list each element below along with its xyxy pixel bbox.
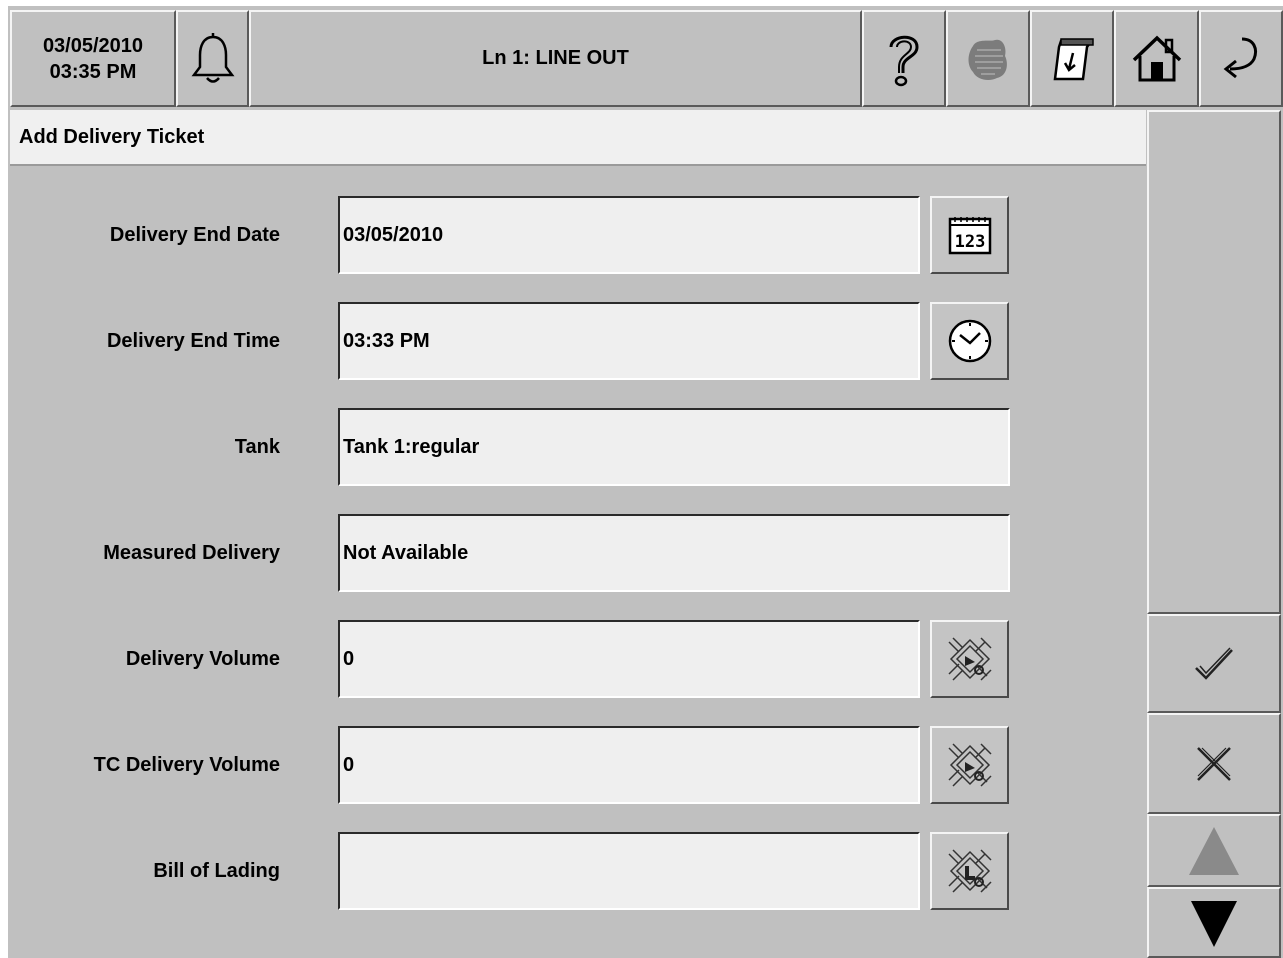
keypad-icon xyxy=(947,637,992,681)
delivery-end-date-label: Delivery End Date xyxy=(109,224,280,246)
help-button[interactable] xyxy=(862,10,946,107)
tc-delivery-volume-field[interactable]: 0 xyxy=(338,726,920,804)
delivery-end-time-label: Delivery End Time xyxy=(106,330,280,352)
alarms-summary-button[interactable] xyxy=(946,10,1030,107)
delivery-volume-label: Delivery Volume xyxy=(125,648,280,670)
cancel-button[interactable] xyxy=(1147,713,1281,814)
bell-icon xyxy=(191,32,234,83)
x-cancel-icon xyxy=(1197,746,1231,781)
page-title: Add Delivery Ticket xyxy=(19,125,205,148)
scroll-up-button[interactable] xyxy=(1147,814,1281,887)
scroll-down-button[interactable] xyxy=(1147,887,1281,958)
bill-of-lading-label: Bill of Lading xyxy=(153,860,280,882)
delivery-end-date-value: 03/05/2010 xyxy=(343,223,444,246)
reports-button[interactable] xyxy=(1030,10,1114,107)
delivery-end-date-field[interactable]: 03/05/2010 xyxy=(338,196,920,274)
line-status-title: Ln 1: LINE OUT xyxy=(249,10,862,107)
page-title-bar: Add Delivery Ticket xyxy=(10,110,1146,166)
tc-delivery-volume-label: TC Delivery Volume xyxy=(93,754,280,776)
svg-text:123: 123 xyxy=(954,232,985,252)
delivery-end-time-value: 03:33 PM xyxy=(343,329,430,352)
alarm-blob-icon xyxy=(968,39,1007,80)
current-date: 03/05/2010 xyxy=(42,34,144,57)
delivery-end-time-field[interactable]: 03:33 PM xyxy=(338,302,920,380)
line-status-text: Ln 1: LINE OUT xyxy=(482,47,629,69)
back-button[interactable] xyxy=(1199,10,1283,107)
tc-delivery-volume-keypad-button[interactable] xyxy=(930,726,1009,804)
measured-delivery-value: Not Available xyxy=(343,541,469,564)
back-arrow-icon xyxy=(1223,37,1257,78)
home-icon xyxy=(1132,35,1181,81)
calendar-button[interactable]: 123 xyxy=(930,196,1009,274)
measured-delivery-label: Measured Delivery xyxy=(103,542,280,564)
side-panel-empty xyxy=(1147,110,1281,614)
scroll-up-icon xyxy=(1189,826,1239,875)
tc-delivery-volume-value: 0 xyxy=(343,753,355,776)
checkmark-icon xyxy=(1195,646,1233,680)
calendar-icon: 123 xyxy=(948,217,991,255)
alarm-bell-button[interactable] xyxy=(176,10,249,107)
clock-button[interactable] xyxy=(930,302,1009,380)
tank-field[interactable]: Tank 1:regular xyxy=(338,408,1010,486)
measured-delivery-field: Not Available xyxy=(338,514,1010,592)
delivery-volume-field[interactable]: 0 xyxy=(338,620,920,698)
bill-of-lading-keyboard-button[interactable] xyxy=(930,832,1009,910)
home-button[interactable] xyxy=(1114,10,1199,107)
scroll-down-icon xyxy=(1191,900,1237,947)
report-paper-icon xyxy=(1053,37,1094,80)
keypad-icon xyxy=(947,743,992,787)
current-time: 03:35 PM xyxy=(49,60,137,83)
keyboard-icon xyxy=(947,849,992,893)
tank-value: Tank 1:regular xyxy=(343,435,480,458)
delivery-volume-value: 0 xyxy=(343,647,355,670)
date-time-display: 03/05/2010 03:35 PM xyxy=(10,10,176,107)
accept-button[interactable] xyxy=(1147,614,1281,713)
delivery-volume-keypad-button[interactable] xyxy=(930,620,1009,698)
clock-icon xyxy=(948,319,991,363)
tank-label: Tank xyxy=(234,436,280,458)
bill-of-lading-field[interactable] xyxy=(338,832,920,910)
help-icon xyxy=(889,35,919,86)
